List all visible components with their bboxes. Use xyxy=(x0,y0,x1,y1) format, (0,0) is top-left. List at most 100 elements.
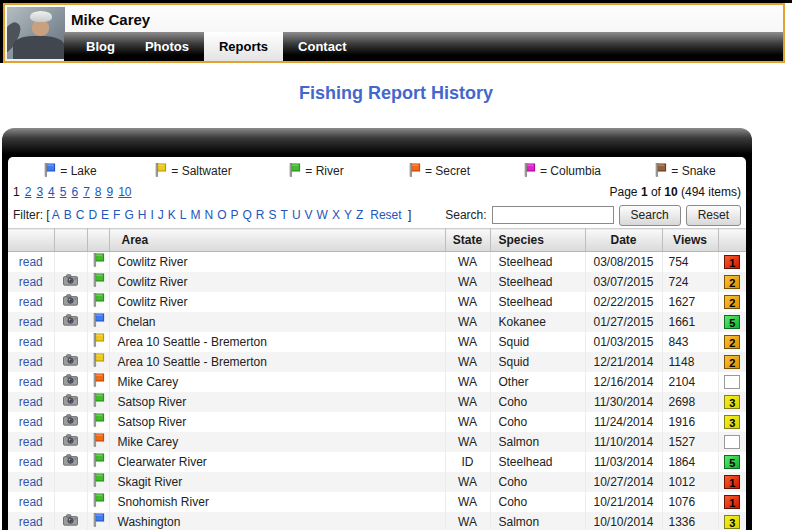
orange-flag-icon xyxy=(91,373,105,388)
filter-letter-C[interactable]: C xyxy=(76,208,85,222)
filter-letter-Y[interactable]: Y xyxy=(344,208,352,222)
area-cell: Area 10 Seattle - Bremerton xyxy=(109,332,445,352)
filter-letters: ABCDEFGHIJKLMNOPQRSTUVWXYZ xyxy=(50,208,366,222)
filter-letter-T[interactable]: T xyxy=(281,208,288,222)
read-link[interactable]: read xyxy=(19,495,43,509)
page-link-6[interactable]: 6 xyxy=(71,185,78,199)
date-cell: 03/08/2015 xyxy=(585,252,662,272)
reset-button[interactable]: Reset xyxy=(686,205,741,226)
read-link[interactable]: read xyxy=(19,255,43,269)
filter-letter-P[interactable]: P xyxy=(231,208,239,222)
page-link-9[interactable]: 9 xyxy=(107,185,114,199)
table-row: read Mike CareyWAOther12/16/20142104 xyxy=(8,372,746,392)
filter-letter-D[interactable]: D xyxy=(88,208,97,222)
legend-item: = Saltwater xyxy=(131,163,254,178)
blue-flag-icon xyxy=(91,313,105,328)
green-flag-icon xyxy=(91,493,105,508)
area-cell: Skagit River xyxy=(109,472,445,492)
read-link[interactable]: read xyxy=(19,275,43,289)
state-cell: WA xyxy=(445,332,490,352)
read-link[interactable]: read xyxy=(19,435,43,449)
table-row: read Cowlitz RiverWASteelhead03/08/20157… xyxy=(8,252,746,272)
area-cell: Washington xyxy=(109,512,445,530)
read-link[interactable]: read xyxy=(19,335,43,349)
views-cell: 1661 xyxy=(662,312,718,332)
filter-letter-X[interactable]: X xyxy=(332,208,340,222)
read-link[interactable]: read xyxy=(19,355,43,369)
filter-letter-O[interactable]: O xyxy=(217,208,226,222)
views-cell: 843 xyxy=(662,332,718,352)
date-cell: 01/03/2015 xyxy=(585,332,662,352)
green-flag-icon xyxy=(287,163,301,178)
filter-letter-W[interactable]: W xyxy=(317,208,328,222)
table-row: read Cowlitz RiverWASteelhead02/22/20151… xyxy=(8,292,746,312)
filter-letter-S[interactable]: S xyxy=(269,208,277,222)
filter-letter-N[interactable]: N xyxy=(204,208,213,222)
tab-contact[interactable]: Contact xyxy=(283,32,361,61)
page-link-3[interactable]: 3 xyxy=(36,185,43,199)
state-cell: WA xyxy=(445,392,490,412)
filter-letter-K[interactable]: K xyxy=(168,208,176,222)
views-cell: 724 xyxy=(662,272,718,292)
page-link-5[interactable]: 5 xyxy=(60,185,67,199)
filter-letter-I[interactable]: I xyxy=(150,208,153,222)
magenta-flag-icon xyxy=(522,163,536,178)
read-link[interactable]: read xyxy=(19,375,43,389)
read-link[interactable]: read xyxy=(19,395,43,409)
page-link-8[interactable]: 8 xyxy=(95,185,102,199)
site-header: Mike Carey BlogPhotosReportsContact xyxy=(3,3,785,63)
green-flag-icon xyxy=(91,473,105,488)
filter-letter-H[interactable]: H xyxy=(138,208,147,222)
orange-flag-icon xyxy=(407,163,421,178)
brown-flag-icon xyxy=(653,163,667,178)
date-cell: 11/24/2014 xyxy=(585,412,662,432)
camera-icon xyxy=(63,434,78,446)
filter-letter-U[interactable]: U xyxy=(292,208,301,222)
species-cell: Salmon xyxy=(490,432,585,452)
tab-blog[interactable]: Blog xyxy=(71,32,130,61)
species-cell: Steelhead xyxy=(490,272,585,292)
read-link[interactable]: read xyxy=(19,295,43,309)
filter-reset-link[interactable]: Reset xyxy=(370,208,401,222)
legend-item: = River xyxy=(254,163,377,178)
state-cell: WA xyxy=(445,292,490,312)
search-button[interactable]: Search xyxy=(619,205,681,226)
read-link[interactable]: read xyxy=(19,315,43,329)
report-panel: = Lake = Saltwater = River = Secret = Co… xyxy=(2,128,752,530)
filter-letter-M[interactable]: M xyxy=(190,208,200,222)
green-flag-icon xyxy=(91,253,105,268)
filter-letter-E[interactable]: E xyxy=(101,208,109,222)
yellow-flag-icon xyxy=(153,163,167,178)
views-cell: 1012 xyxy=(662,472,718,492)
page-link-10[interactable]: 10 xyxy=(118,185,131,199)
main-nav: BlogPhotosReportsContact xyxy=(64,32,783,61)
filter-letter-B[interactable]: B xyxy=(64,208,72,222)
filter-letter-R[interactable]: R xyxy=(256,208,265,222)
filter-letter-G[interactable]: G xyxy=(124,208,133,222)
filter-letter-V[interactable]: V xyxy=(305,208,313,222)
flag-legend: = Lake = Saltwater = River = Secret = Co… xyxy=(8,159,746,182)
tab-photos[interactable]: Photos xyxy=(130,32,204,61)
page-link-7[interactable]: 7 xyxy=(83,185,90,199)
page-link-4[interactable]: 4 xyxy=(48,185,55,199)
page-link-1: 1 xyxy=(13,185,20,199)
filter-letter-J[interactable]: J xyxy=(158,208,164,222)
read-link[interactable]: read xyxy=(19,455,43,469)
filter-letter-A[interactable]: A xyxy=(52,208,60,222)
read-link[interactable]: read xyxy=(19,415,43,429)
read-link[interactable]: read xyxy=(19,475,43,489)
filter-label: Filter: xyxy=(13,208,43,222)
filter-letter-L[interactable]: L xyxy=(180,208,187,222)
filter-letter-F[interactable]: F xyxy=(113,208,120,222)
read-link[interactable]: read xyxy=(19,515,43,529)
page-link-2[interactable]: 2 xyxy=(25,185,32,199)
species-cell: Other xyxy=(490,372,585,392)
pagination: 123456789 10 xyxy=(13,185,137,199)
filter-letter-Q[interactable]: Q xyxy=(243,208,252,222)
legend-item: = Lake xyxy=(8,163,131,178)
filter-letter-Z[interactable]: Z xyxy=(356,208,363,222)
search-input[interactable] xyxy=(492,206,614,224)
views-cell: 754 xyxy=(662,252,718,272)
species-cell: Steelhead xyxy=(490,252,585,272)
tab-reports[interactable]: Reports xyxy=(204,32,283,61)
